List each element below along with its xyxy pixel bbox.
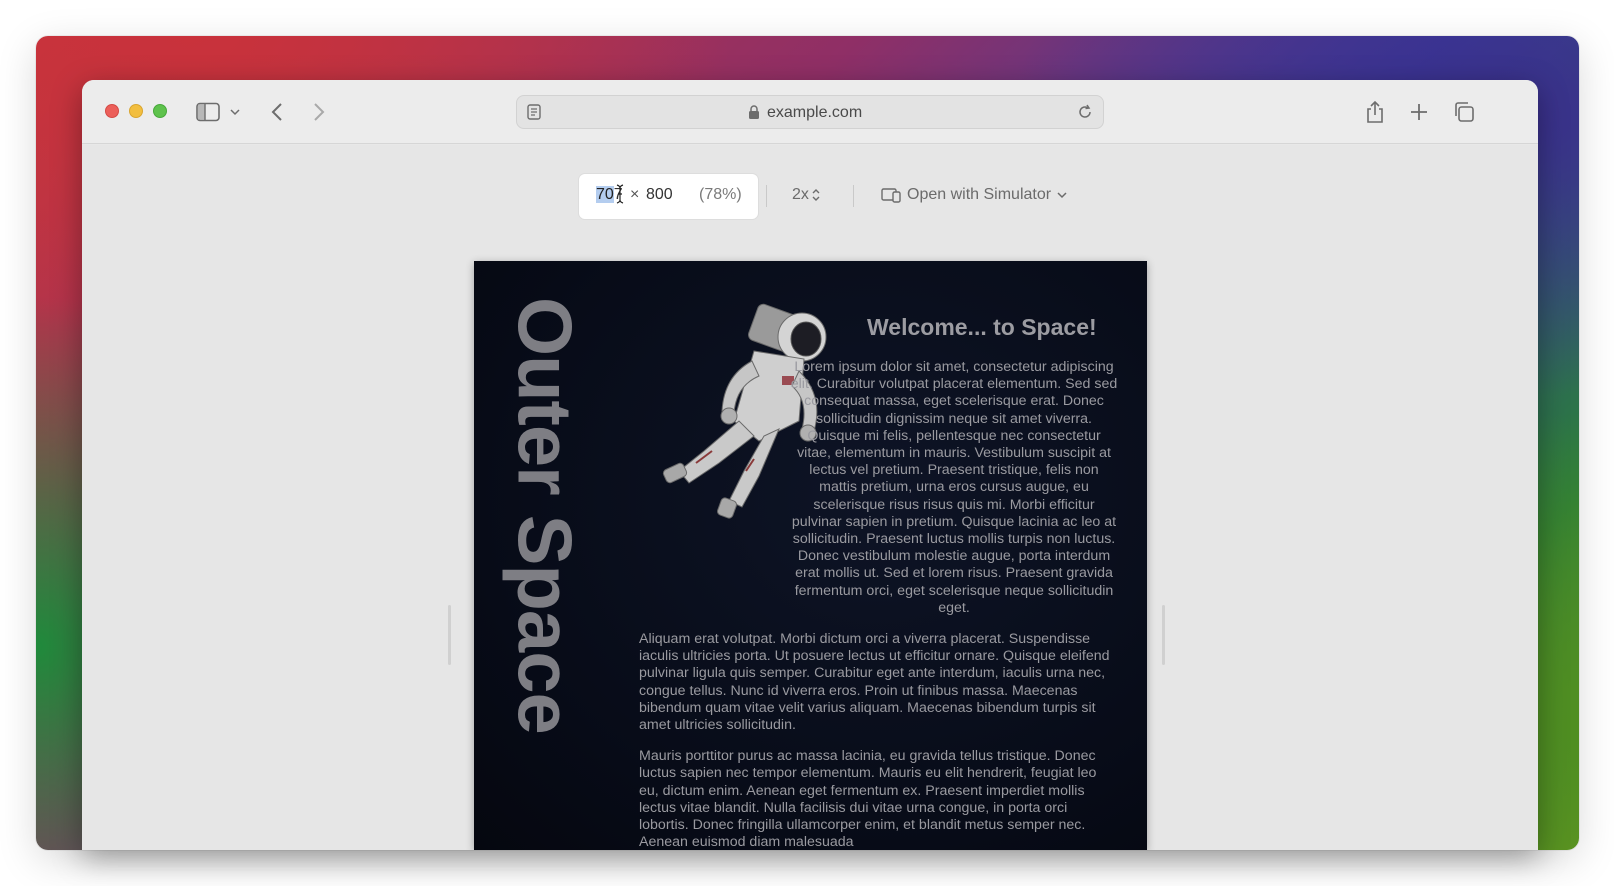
close-window-button[interactable]: [105, 104, 119, 118]
simulated-viewport: Outer Space Welcome... to Space! Lorem i…: [474, 261, 1147, 850]
zoom-percentage: (78%): [699, 186, 742, 203]
reload-icon[interactable]: [1077, 104, 1093, 125]
vertical-title-area: Outer Space: [502, 261, 587, 850]
size-separator: ×: [630, 186, 640, 203]
new-tab-icon[interactable]: [1408, 100, 1430, 124]
open-with-simulator-button[interactable]: Open with Simulator: [881, 186, 1067, 204]
forward-arrow-icon[interactable]: [311, 100, 327, 124]
share-icon[interactable]: [1364, 100, 1386, 124]
browser-window: example.com 707 × 800 (78%) 2x Open with…: [82, 80, 1538, 850]
zoom-window-button[interactable]: [153, 104, 167, 118]
left-resize-handle[interactable]: [448, 605, 451, 665]
browser-toolbar: example.com: [82, 80, 1538, 144]
toolbar-divider: [766, 185, 767, 207]
pixel-ratio-select[interactable]: 2x: [792, 186, 820, 204]
chevron-down-icon: [1057, 192, 1067, 199]
right-resize-handle[interactable]: [1162, 605, 1165, 665]
viewport-height-input[interactable]: 800: [646, 186, 673, 204]
sidebar-toggle-icon[interactable]: [194, 100, 222, 124]
minimize-window-button[interactable]: [129, 104, 143, 118]
text-cursor-icon: [616, 184, 624, 209]
simulator-label: Open with Simulator: [907, 186, 1052, 203]
page-menu-icon[interactable]: [527, 104, 541, 125]
paragraph: Aliquam erat volutpat. Morbi dictum orci…: [639, 631, 1110, 734]
pixel-ratio-value: 2x: [792, 186, 809, 203]
tab-overview-icon[interactable]: [1452, 100, 1476, 124]
page-heading: Welcome... to Space!: [867, 314, 1097, 340]
vertical-page-title: Outer Space: [501, 297, 587, 734]
toolbar-divider: [853, 185, 854, 207]
url-text: example.com: [767, 104, 863, 121]
paragraph: Mauris porttitor purus ac massa lacinia,…: [639, 748, 1097, 850]
viewport-size-field[interactable]: 707 × 800 (78%): [579, 174, 758, 219]
paragraph: Lorem ipsum dolor sit amet, consectetur …: [790, 359, 1118, 616]
back-arrow-icon[interactable]: [269, 100, 285, 124]
responsive-design-mode-area: 707 × 800 (78%) 2x Open with Simulator O…: [82, 145, 1538, 850]
address-bar[interactable]: example.com: [516, 95, 1104, 129]
chevron-down-icon[interactable]: [228, 100, 242, 124]
devices-icon: [881, 188, 901, 203]
lock-icon: [748, 105, 760, 125]
article-body: Lorem ipsum dolor sit amet, consectetur …: [639, 359, 1119, 850]
up-down-chevron-icon: [812, 189, 820, 201]
width-selection: 70: [596, 186, 614, 203]
